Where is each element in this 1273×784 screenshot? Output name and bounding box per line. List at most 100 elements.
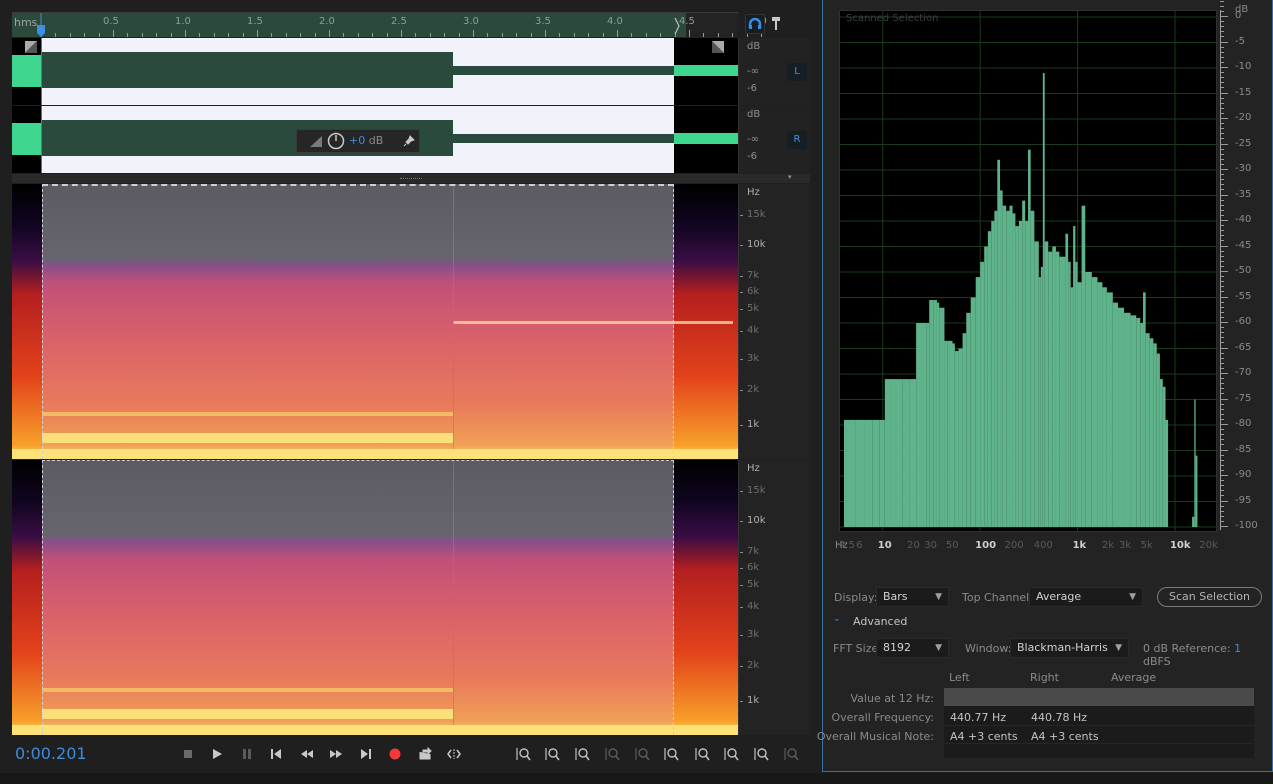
db-axis-tick: [1220, 72, 1224, 74]
stop-button[interactable]: [178, 744, 198, 764]
frequency-analysis-graph: Scanned Selection: [839, 10, 1218, 533]
ruler-tick: [285, 33, 287, 37]
hz-tick-label: 1k: [747, 695, 760, 706]
window-dropdown[interactable]: Blackman-Harris ▼: [1010, 638, 1129, 658]
spectrum-bar: [1044, 241, 1049, 527]
ruler-tick: [545, 30, 546, 37]
db-reference-field[interactable]: 0 dB Reference: 1 dBFS: [1143, 642, 1272, 668]
time-ruler[interactable]: hms 0.51.01.52.02.53.03.54.04.55.0: [12, 12, 767, 38]
ruler-tick: [69, 33, 71, 37]
zoom-in-at-in-point-button[interactable]: [661, 744, 681, 764]
ruler-tick: [487, 33, 489, 37]
db-axis-tick: [1220, 138, 1224, 140]
spectrum-bar: [1106, 292, 1113, 527]
hz-axis-tick-label: 2k: [1101, 540, 1115, 551]
column-header-average: Average: [1111, 671, 1157, 684]
current-time-display[interactable]: 0:00.201: [15, 744, 87, 763]
db-axis-tick: [1220, 408, 1224, 410]
play-button[interactable]: [207, 744, 227, 764]
db-axis-tick: [1220, 337, 1224, 339]
hz-tick: [740, 215, 743, 216]
selection-end-marker[interactable]: [674, 17, 682, 35]
db-axis-tick: [1220, 220, 1228, 221]
display-dropdown[interactable]: Bars ▼: [876, 587, 949, 607]
spectrum-bar: [1059, 256, 1063, 527]
magnifier-zoom-icon: [664, 748, 679, 761]
spectrum-bar: [1025, 221, 1029, 527]
scan-selection-button[interactable]: Scan Selection: [1157, 587, 1262, 607]
play-icon: [213, 749, 222, 759]
ruler-tick: [98, 33, 100, 37]
row-label-overall-frequency: Overall Frequency:: [831, 711, 934, 724]
zoom-to-selection-both-button[interactable]: [721, 744, 741, 764]
rewind-button[interactable]: [297, 744, 317, 764]
volume-knob[interactable]: [327, 132, 345, 150]
skip-selection-button[interactable]: [444, 744, 464, 764]
marker-button[interactable]: [767, 14, 787, 34]
db-axis-tick: [1220, 434, 1224, 436]
spectrum-bar: [1002, 205, 1007, 527]
spectrogram-channel-left[interactable]: [12, 184, 738, 459]
hz-tick-label: 10k: [747, 239, 766, 250]
db-axis-tick: [1220, 439, 1224, 441]
fft-size-dropdown[interactable]: 8192 ▼: [876, 638, 949, 658]
zoom-out-full-button[interactable]: [602, 744, 622, 764]
ruler-tick-label: 3.0: [463, 16, 479, 27]
spectrogram-channel-right[interactable]: [12, 460, 738, 735]
zoom-to-selection-button[interactable]: [632, 744, 652, 764]
zoom-out-amplitude-button[interactable]: [542, 744, 562, 764]
selection-marquee[interactable]: [42, 460, 674, 735]
top-channel-dropdown[interactable]: Average ▼: [1029, 587, 1143, 607]
playhead-handle[interactable]: [37, 13, 45, 38]
waveform-channel-left[interactable]: [12, 38, 738, 105]
loop-playback-button[interactable]: [415, 744, 435, 764]
volume-value[interactable]: +0 dB: [349, 134, 383, 147]
pin-hud-icon[interactable]: [403, 135, 415, 147]
channel-left-toggle[interactable]: L: [787, 63, 807, 81]
spectrum-bar: [962, 333, 967, 527]
monitor-headphones-button[interactable]: [745, 14, 765, 34]
ruler-tick-label: 3.5: [535, 16, 551, 27]
ruler-tick: [185, 30, 186, 37]
channel-right-toggle[interactable]: R: [787, 131, 807, 149]
ruler-tick: [559, 33, 561, 37]
magnifier-zoom-icon: [605, 748, 620, 761]
db-axis-tick: [1220, 214, 1224, 216]
fast-forward-button[interactable]: [326, 744, 346, 764]
db-axis-tick-label: -5: [1235, 35, 1245, 47]
db-axis-tick: [1220, 464, 1224, 466]
top-channel-value: Average: [1036, 590, 1082, 603]
zoom-out-amplitude-full-button[interactable]: [781, 744, 801, 764]
move-playhead-next-button[interactable]: [356, 744, 376, 764]
advanced-toggle[interactable]: ⌄ Advanced: [833, 614, 933, 630]
hz-tick: [740, 585, 743, 586]
spectrum-bar: [1112, 302, 1118, 527]
rewind-icon: [301, 750, 313, 758]
db-label: -6: [747, 83, 757, 94]
chevron-down-icon[interactable]: ▾: [788, 173, 792, 181]
db-axis-tick: [1220, 97, 1224, 99]
fade-in-handle[interactable]: [25, 41, 37, 53]
selection-marquee[interactable]: [42, 184, 674, 459]
spectrum-bar: [844, 419, 856, 527]
chevron-down-icon: ⌄: [833, 614, 841, 624]
zoom-reset-button[interactable]: [751, 744, 771, 764]
pause-button[interactable]: [237, 744, 257, 764]
ruler-tick: [257, 30, 258, 37]
db-axis-tick: [1220, 475, 1228, 476]
volume-gain-number: +0: [349, 134, 366, 147]
zoom-in-time-button[interactable]: [572, 744, 592, 764]
db-axis-tick: [1220, 362, 1224, 364]
move-playhead-previous-button[interactable]: [266, 744, 286, 764]
hz-tick-label: 5k: [747, 579, 760, 590]
advanced-label: Advanced: [853, 615, 908, 628]
record-button[interactable]: [385, 744, 405, 764]
spectrum-bar: [933, 300, 937, 527]
db-reference-value[interactable]: 1: [1234, 642, 1241, 655]
fade-out-handle[interactable]: [712, 41, 724, 53]
zoom-in-amplitude-button[interactable]: [513, 744, 533, 764]
db-axis-tick: [1220, 174, 1224, 176]
zoom-in-at-out-point-button[interactable]: [692, 744, 712, 764]
editor-splitter[interactable]: ▾: [12, 173, 810, 183]
spectrum-bar: [1192, 516, 1195, 527]
